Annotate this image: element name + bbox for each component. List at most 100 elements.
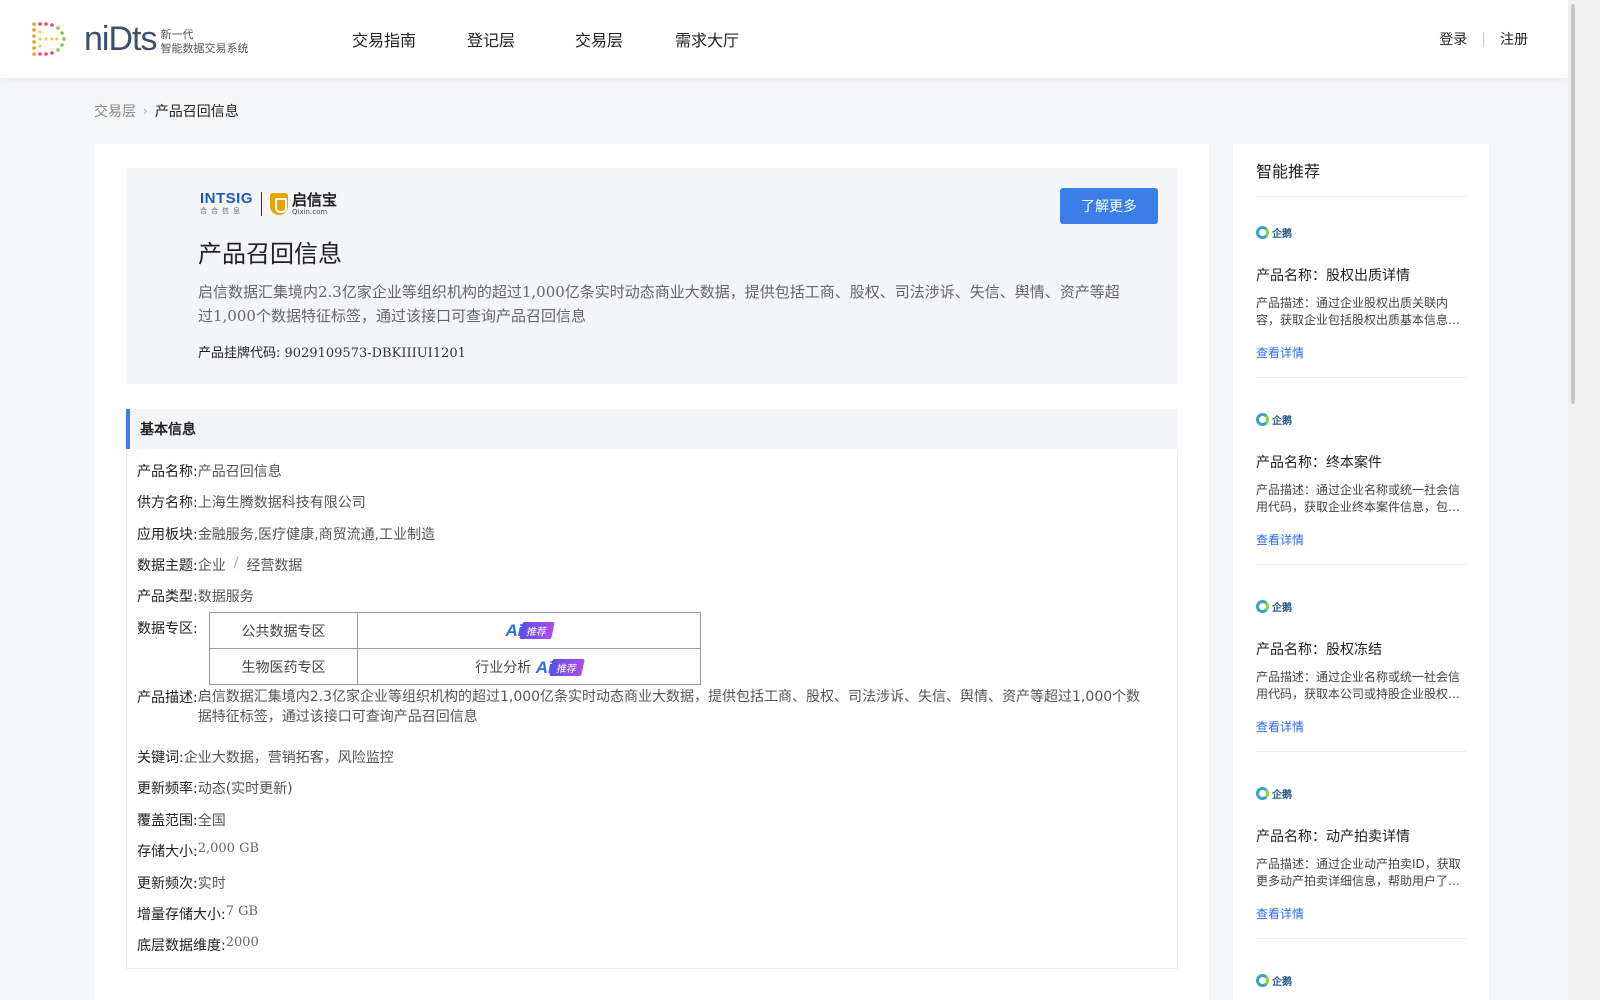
recommend-desc: 产品描述：通过企业名称或统一社会信用代码，获取企业终本案件信息，包括案号等	[1256, 483, 1461, 514]
ai-recommend-badge: Ai 推荐	[506, 621, 555, 640]
table-row: 生物医药专区 行业分析 Ai 推荐	[209, 648, 701, 685]
product-title: 产品召回信息	[198, 240, 342, 268]
product-summary: 启信数据汇集境内2.3亿家企业等组织机构的超过1,000亿条实时动态商业大数据，…	[198, 283, 1120, 325]
qixin-cn: 启信宝	[292, 190, 338, 209]
info-row-supplier: 供方名称: 上海生腾数据科技有限公司	[137, 492, 366, 512]
table-row: 公共数据专区 Ai 推荐	[209, 612, 701, 649]
auth-divider: |	[1481, 31, 1486, 47]
recommend-item: 企鹅 产品名称：股权冻结 产品描述：通过企业名称或统一社会信用代码，获取本公司或…	[1256, 598, 1466, 752]
info-row-type: 产品类型: 数据服务	[137, 586, 254, 606]
recommend-desc: 产品描述：通过企业股权出质关联内容，获取企业包括股权出质基本信息等详细数据内容	[1256, 296, 1461, 327]
theme-primary: 企业	[197, 558, 226, 574]
qixin-en: Qixin.com	[292, 207, 328, 216]
info-row-sector: 应用板块: 金融服务,医疗健康,商贸流通,工业制造	[137, 524, 435, 544]
provider-logo-text: 企鹅	[1272, 602, 1292, 614]
label: 应用板块:	[137, 527, 198, 543]
value: 金融服务,医疗健康,商贸流通,工业制造	[197, 527, 436, 543]
info-row-update: 更新频次: 实时	[137, 873, 226, 893]
label: 增量存储大小:	[137, 907, 226, 923]
theme-secondary: 经营数据	[246, 558, 303, 574]
top-header: niDts 新一代 智能数据交易系统 交易指南 登记层 交易层 需求大厅 登录 …	[0, 0, 1568, 78]
breadcrumb-current: 产品召回信息	[154, 104, 239, 120]
info-row-zone: 数据专区:	[137, 618, 198, 638]
provider-logo-icon: 企鹅	[1256, 411, 1466, 427]
recommend-name: 产品名称：终本案件	[1256, 455, 1382, 471]
nav-trade-guide[interactable]: 交易指南	[352, 27, 467, 51]
ai-recommend-tag: 推荐	[518, 622, 555, 639]
recommend-desc: 产品描述：通过企业名称或统一社会信用代码，获取本公司或持股企业股权冻结信息	[1256, 670, 1461, 701]
nav-demand-hall[interactable]: 需求大厅	[675, 27, 775, 51]
data-zone-table: 公共数据专区 Ai 推荐 生物医药专区 行业分析 Ai 推荐	[209, 612, 701, 685]
label: 供方名称:	[137, 495, 198, 511]
site-logo[interactable]: niDts 新一代 智能数据交易系统	[30, 20, 248, 58]
label: 底层数据维度:	[137, 938, 226, 954]
zone-tags: Ai 推荐	[357, 612, 701, 649]
listing-code: 产品挂牌代码: 9029109573-DBKIIIUI1201	[198, 342, 466, 361]
register-link[interactable]: 注册	[1500, 29, 1528, 49]
provider-logo-text: 企鹅	[1272, 415, 1292, 427]
listing-code-label: 产品挂牌代码:	[198, 346, 281, 361]
auth-links: 登录 | 注册	[1439, 0, 1528, 78]
label: 产品名称:	[137, 464, 198, 480]
logo-divider	[261, 192, 263, 216]
provider-logo-text: 企鹅	[1272, 789, 1292, 801]
view-details-link[interactable]: 查看详情	[1256, 531, 1466, 548]
recommend-desc: 产品描述：通过企业动产拍卖ID，获取更多动产拍卖详细信息，帮助用户了解相关信息	[1256, 857, 1461, 888]
logo-sub-line1: 新一代	[160, 28, 194, 41]
info-row-theme: 数据主题: 企业 / 经营数据	[137, 555, 302, 575]
logo-subtitle: 新一代 智能数据交易系统	[160, 28, 248, 56]
intsig-subtitle: 合合信息	[200, 207, 244, 215]
label: 数据专区:	[137, 621, 198, 637]
intsig-wordmark: INTSIG	[200, 190, 254, 207]
value: 实时	[197, 876, 226, 892]
view-details-link[interactable]: 查看详情	[1256, 718, 1466, 735]
info-row-increment: 增量存储大小: 7 GB	[137, 904, 258, 924]
item-divider	[1256, 564, 1466, 565]
zone-name: 生物医药专区	[209, 648, 358, 685]
breadcrumb-parent[interactable]: 交易层	[94, 101, 136, 121]
provider-logo: INTSIG 合合信息 启信宝 Qixin.com	[200, 190, 338, 216]
basic-info-header: 基本信息	[126, 409, 1178, 449]
provider-logo-text: 企鹅	[1272, 228, 1292, 240]
info-row-frequency: 更新频率: 动态(实时更新)	[137, 778, 293, 798]
item-divider	[1256, 377, 1466, 378]
zone-name: 公共数据专区	[209, 612, 358, 649]
page-scrollbar[interactable]	[1568, 0, 1600, 1000]
theme-divider: /	[233, 555, 239, 571]
zone-tags: 行业分析 Ai 推荐	[357, 648, 701, 685]
label: 覆盖范围:	[137, 813, 198, 829]
recommend-item: 企鹅 产品名称：终本案件 产品描述：通过企业名称或统一社会信用代码，获取企业终本…	[1256, 411, 1466, 565]
value: 2,000 GB	[197, 841, 260, 856]
value: 上海生腾数据科技有限公司	[197, 495, 366, 511]
recommend-name: 产品名称：动产拍卖详情	[1256, 829, 1410, 845]
value: 企业大数据，营销拓客，风险监控	[183, 750, 394, 766]
learn-more-button[interactable]: 了解更多	[1060, 188, 1158, 224]
ai-recommend-tag: 推荐	[548, 659, 585, 676]
scrollbar-thumb[interactable]	[1571, 4, 1575, 404]
recommend-item: 企鹅 产品名称：动产拍卖详情 产品描述：通过企业动产拍卖ID，获取更多动产拍卖详…	[1256, 785, 1466, 939]
view-details-link[interactable]: 查看详情	[1256, 344, 1466, 361]
nav-registry-layer[interactable]: 登记层	[467, 27, 575, 51]
recommend-name: 产品名称：股权冻结	[1256, 642, 1382, 658]
login-link[interactable]: 登录	[1439, 29, 1467, 49]
info-row-storage: 存储大小: 2,000 GB	[137, 841, 259, 861]
qixin-shield-icon	[270, 193, 289, 215]
value: 全国	[197, 813, 226, 829]
info-row-description: 产品描述: 启信数据汇集境内2.3亿家企业等组织机构的超过1,000亿条实时动态…	[137, 687, 1147, 727]
label: 产品描述:	[137, 690, 198, 706]
value: 产品召回信息	[197, 464, 282, 480]
recommend-name: 产品名称：股权出质详情	[1256, 268, 1410, 284]
value: 数据服务	[197, 589, 254, 605]
logo-sub-line2: 智能数据交易系统	[160, 42, 249, 55]
provider-logo-text: 企鹅	[1272, 976, 1292, 988]
info-row-keywords: 关键词: 企业大数据，营销拓客，风险监控	[137, 747, 394, 767]
nav-trade-layer[interactable]: 交易层	[575, 27, 675, 51]
view-details-link[interactable]: 查看详情	[1256, 905, 1466, 922]
label: 存储大小:	[137, 844, 198, 860]
value: 7 GB	[225, 904, 259, 919]
item-divider	[1256, 938, 1466, 939]
product-detail-card: INTSIG 合合信息 启信宝 Qixin.com 了解更多 产品召回信息 启信…	[94, 144, 1209, 1000]
logo-wordmark: niDts	[84, 20, 157, 58]
basic-info-body: 产品名称: 产品召回信息 供方名称: 上海生腾数据科技有限公司 应用板块: 金融…	[126, 449, 1178, 969]
label: 更新频率:	[137, 781, 198, 797]
